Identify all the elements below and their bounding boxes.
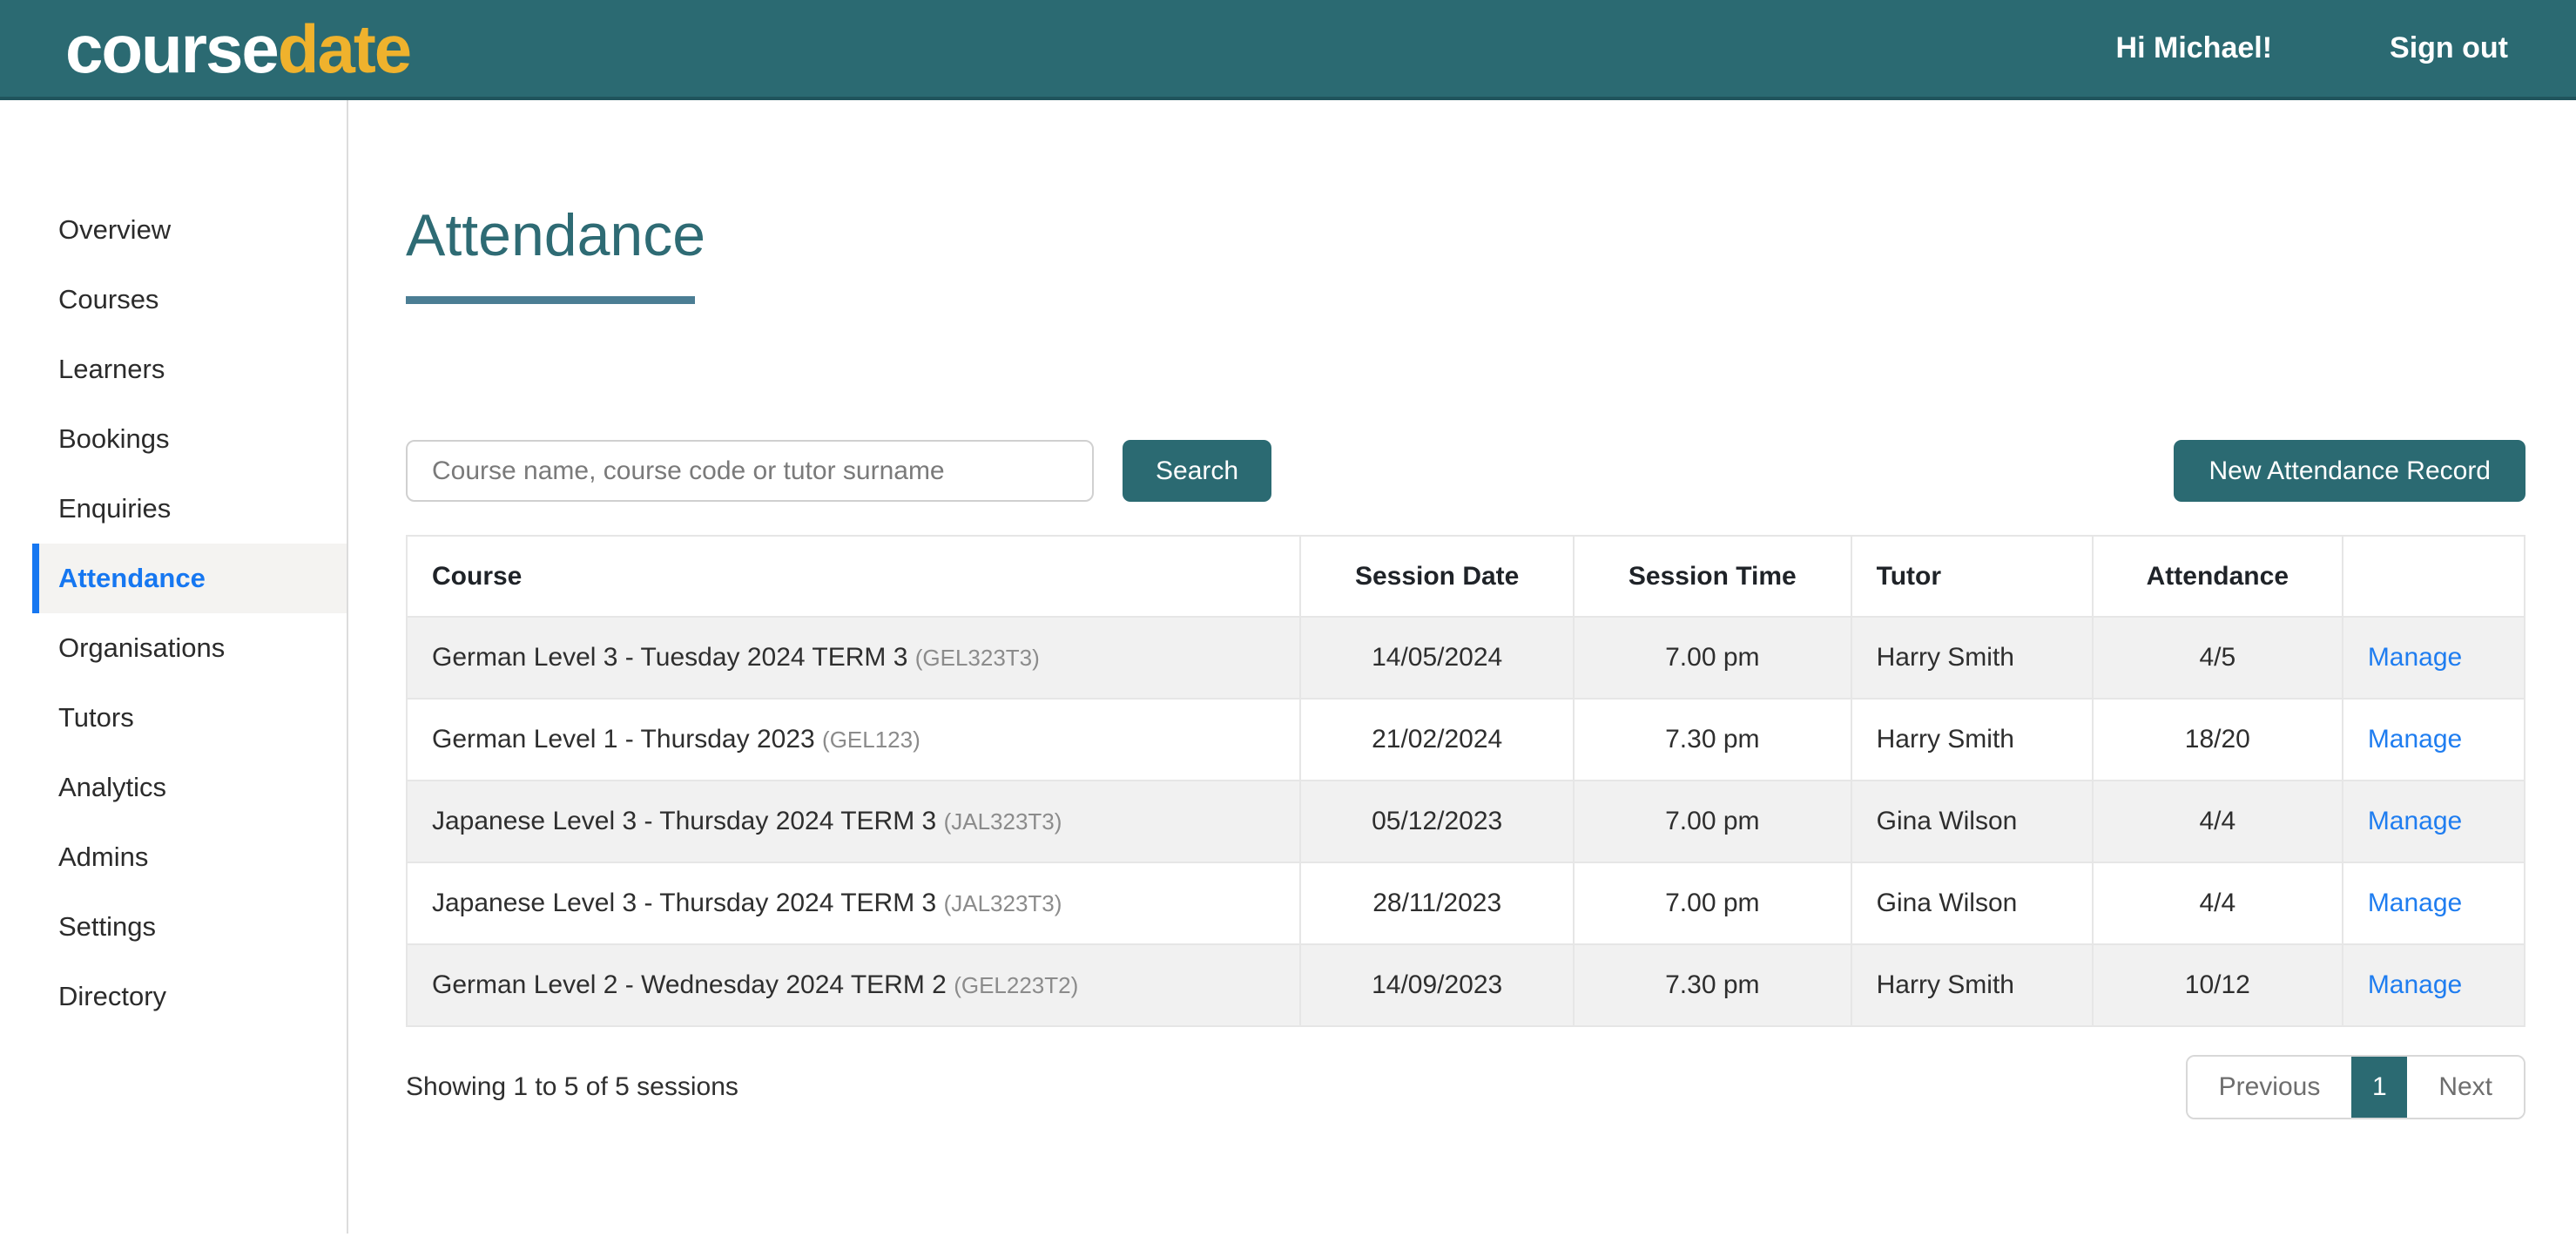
manage-link[interactable]: Manage	[2368, 889, 2462, 917]
session-time: 7.00 pm	[1574, 617, 1851, 699]
sidebar-item-analytics[interactable]: Analytics	[32, 753, 347, 822]
tutor-name: Harry Smith	[1851, 699, 2093, 781]
attendance-count: 10/12	[2093, 944, 2343, 1026]
tutor-name: Harry Smith	[1851, 944, 2093, 1026]
manage-link[interactable]: Manage	[2368, 643, 2462, 672]
user-greeting: Hi Michael!	[2116, 31, 2272, 65]
session-date: 28/11/2023	[1300, 862, 1574, 944]
pagination-next[interactable]: Next	[2407, 1057, 2524, 1118]
new-attendance-record-button[interactable]: New Attendance Record	[2174, 440, 2525, 502]
course-code: (JAL323T3)	[944, 890, 1062, 916]
manage-link[interactable]: Manage	[2368, 807, 2462, 835]
column-header-action	[2343, 536, 2525, 617]
search-input[interactable]	[406, 440, 1094, 502]
sidebar-item-learners[interactable]: Learners	[32, 335, 347, 404]
attendance-count: 4/4	[2093, 862, 2343, 944]
logo-text-accent: date	[278, 10, 410, 87]
course-code: (JAL323T3)	[944, 808, 1062, 835]
sidebar-item-tutors[interactable]: Tutors	[32, 683, 347, 753]
sidebar-item-enquiries[interactable]: Enquiries	[32, 474, 347, 544]
pagination-page-1[interactable]: 1	[2351, 1057, 2407, 1118]
table-row: Japanese Level 3 - Thursday 2024 TERM 3 …	[407, 862, 2525, 944]
session-time: 7.00 pm	[1574, 862, 1851, 944]
sidebar-item-bookings[interactable]: Bookings	[32, 404, 347, 474]
column-header-attendance: Attendance	[2093, 536, 2343, 617]
search-button[interactable]: Search	[1123, 440, 1271, 502]
pagination-previous[interactable]: Previous	[2188, 1057, 2352, 1118]
attendance-count: 18/20	[2093, 699, 2343, 781]
course-title: Japanese Level 3 - Thursday 2024 TERM 3	[432, 889, 936, 917]
main-content: Attendance Search New Attendance Record …	[348, 100, 2576, 1234]
table-row: German Level 2 - Wednesday 2024 TERM 2 (…	[407, 944, 2525, 1026]
session-date: 14/05/2024	[1300, 617, 1574, 699]
column-header-session-time: Session Time	[1574, 536, 1851, 617]
title-underline	[406, 296, 695, 304]
course-code: (GEL123)	[822, 727, 920, 753]
attendance-count: 4/4	[2093, 781, 2343, 862]
attendance-count: 4/5	[2093, 617, 2343, 699]
table-header-row: Course Session Date Session Time Tutor A…	[407, 536, 2525, 617]
sign-out-link[interactable]: Sign out	[2390, 31, 2508, 65]
results-summary: Showing 1 to 5 of 5 sessions	[406, 1072, 738, 1102]
sidebar-item-admins[interactable]: Admins	[32, 822, 347, 892]
session-date: 21/02/2024	[1300, 699, 1574, 781]
manage-link[interactable]: Manage	[2368, 725, 2462, 754]
tutor-name: Gina Wilson	[1851, 862, 2093, 944]
course-code: (GEL323T3)	[915, 645, 1040, 671]
tutor-name: Gina Wilson	[1851, 781, 2093, 862]
app-logo[interactable]: coursedate	[65, 15, 410, 83]
table-row: German Level 3 - Tuesday 2024 TERM 3 (GE…	[407, 617, 2525, 699]
sidebar-item-organisations[interactable]: Organisations	[32, 613, 347, 683]
course-code: (GEL223T2)	[954, 972, 1078, 998]
session-time: 7.30 pm	[1574, 699, 1851, 781]
session-date: 05/12/2023	[1300, 781, 1574, 862]
table-row: Japanese Level 3 - Thursday 2024 TERM 3 …	[407, 781, 2525, 862]
pagination: Previous 1 Next	[2186, 1055, 2525, 1119]
course-title: German Level 2 - Wednesday 2024 TERM 2	[432, 970, 947, 999]
topbar-right: Hi Michael! Sign out	[2116, 31, 2508, 65]
sidebar-item-courses[interactable]: Courses	[32, 265, 347, 335]
sidebar-item-settings[interactable]: Settings	[32, 892, 347, 962]
sidebar-item-directory[interactable]: Directory	[32, 962, 347, 1031]
sidebar-item-overview[interactable]: Overview	[32, 195, 347, 265]
table-footer: Showing 1 to 5 of 5 sessions Previous 1 …	[406, 1055, 2525, 1119]
sidebar-item-attendance[interactable]: Attendance	[32, 544, 347, 613]
column-header-session-date: Session Date	[1300, 536, 1574, 617]
sidebar-nav: Overview Courses Learners Bookings Enqui…	[0, 100, 348, 1234]
course-title: German Level 1 - Thursday 2023	[432, 725, 815, 754]
column-header-course: Course	[407, 536, 1300, 617]
page-title: Attendance	[406, 205, 2525, 267]
table-row: German Level 1 - Thursday 2023 (GEL123) …	[407, 699, 2525, 781]
logo-text-primary: course	[65, 10, 278, 87]
session-time: 7.00 pm	[1574, 781, 1851, 862]
course-title: German Level 3 - Tuesday 2024 TERM 3	[432, 643, 907, 672]
topbar: coursedate Hi Michael! Sign out	[0, 0, 2576, 100]
attendance-table: Course Session Date Session Time Tutor A…	[406, 535, 2525, 1027]
manage-link[interactable]: Manage	[2368, 970, 2462, 999]
tutor-name: Harry Smith	[1851, 617, 2093, 699]
toolbar: Search New Attendance Record	[406, 440, 2525, 502]
session-time: 7.30 pm	[1574, 944, 1851, 1026]
course-title: Japanese Level 3 - Thursday 2024 TERM 3	[432, 807, 936, 835]
session-date: 14/09/2023	[1300, 944, 1574, 1026]
column-header-tutor: Tutor	[1851, 536, 2093, 617]
